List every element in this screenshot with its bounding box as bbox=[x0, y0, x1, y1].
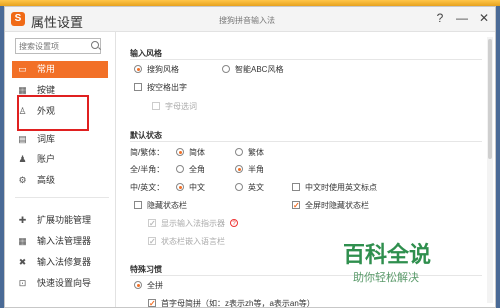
book-icon: ▤ bbox=[18, 134, 27, 144]
sogou-logo-icon: S bbox=[11, 12, 25, 26]
simplified-traditional-label: 简/繁体： bbox=[130, 148, 165, 157]
watermark-title: 百科全说 bbox=[343, 242, 432, 267]
half-width-radio[interactable] bbox=[235, 165, 243, 173]
english-punct-label: 中文时使用英文标点 bbox=[305, 183, 377, 192]
close-button[interactable]: ✕ bbox=[477, 11, 491, 25]
letter-select-checkbox[interactable] bbox=[152, 102, 160, 110]
hide-statusbar-label: 隐藏状态栏 bbox=[147, 201, 187, 210]
fullscreen-hide-checkbox[interactable]: ✓ bbox=[292, 201, 300, 210]
settings-search-input[interactable] bbox=[15, 38, 101, 54]
sidebar-item-dictionary[interactable]: ▤ 词库 bbox=[12, 131, 108, 148]
chinese-radio[interactable] bbox=[176, 183, 184, 191]
abc-style-label: 智能ABC风格 bbox=[235, 65, 284, 74]
hide-statusbar-checkbox[interactable] bbox=[134, 201, 142, 209]
sogou-style-label: 搜狗风格 bbox=[147, 65, 179, 74]
simplified-radio[interactable] bbox=[176, 148, 184, 156]
abc-style-radio[interactable] bbox=[222, 65, 230, 73]
sidebar-item-label: 高级 bbox=[37, 175, 56, 185]
sidebar-item-ime-repair[interactable]: ✖ 输入法修复器 bbox=[12, 254, 108, 271]
english-label: 英文 bbox=[248, 183, 264, 192]
full-half-width-label: 全/半角： bbox=[130, 165, 165, 174]
scrollbar-thumb[interactable] bbox=[488, 39, 492, 159]
embed-langbar-checkbox[interactable]: ✓ bbox=[148, 237, 156, 246]
sidebar-item-account[interactable]: ♟ 账户 bbox=[12, 151, 108, 168]
show-indicator-label: 显示输入法指示器 bbox=[161, 219, 225, 228]
fullscreen-hide-label: 全屏时隐藏状态栏 bbox=[305, 201, 369, 210]
puzzle-icon: ✚ bbox=[18, 215, 27, 225]
full-width-radio[interactable] bbox=[176, 165, 184, 173]
english-punct-checkbox[interactable] bbox=[292, 183, 300, 191]
watermark-logo: 百科全说 助你轻松解决 bbox=[343, 237, 473, 289]
initial-abbrev-checkbox[interactable]: ✓ bbox=[148, 299, 156, 307]
window-subtitle: 搜狗拼音输入法 bbox=[219, 16, 275, 25]
title-bar: S 属性设置 搜狗拼音输入法 ? — ✕ bbox=[5, 7, 495, 32]
sogou-style-radio[interactable] bbox=[134, 65, 142, 73]
sidebar-divider bbox=[15, 197, 109, 198]
minimize-button[interactable]: — bbox=[455, 11, 469, 25]
space-commit-label: 按空格出字 bbox=[147, 83, 187, 92]
initial-abbrev-label: 首字母简拼（如：z表示zh等，a表示an等） bbox=[161, 299, 315, 308]
watermark-slogan: 助你轻松解决 bbox=[353, 272, 419, 284]
sidebar-item-label: 输入法管理器 bbox=[37, 236, 92, 246]
section-divider bbox=[130, 59, 482, 60]
section-title-special-habits: 特殊习惯 bbox=[130, 265, 162, 274]
sidebar-item-extensions[interactable]: ✚ 扩展功能管理 bbox=[12, 212, 108, 229]
full-width-label: 全角 bbox=[189, 165, 205, 174]
user-icon: ♟ bbox=[18, 154, 27, 164]
search-icon[interactable] bbox=[91, 41, 99, 49]
section-title-input-style: 输入风格 bbox=[130, 49, 162, 58]
half-width-label: 半角 bbox=[248, 165, 264, 174]
gear-icon: ⚙ bbox=[18, 175, 27, 185]
settings-window: S 属性设置 搜狗拼音输入法 ? — ✕ ▭ 常用 ▦ 按键 ♙ 外观 ▤ 词库… bbox=[4, 6, 496, 308]
sidebar-item-label: 账户 bbox=[37, 154, 56, 164]
wizard-icon: ⊡ bbox=[18, 278, 27, 288]
quanpin-radio[interactable] bbox=[134, 281, 142, 289]
sidebar-item-label: 常用 bbox=[37, 64, 56, 74]
window-title: 属性设置 bbox=[31, 15, 84, 30]
traditional-radio[interactable] bbox=[235, 148, 243, 156]
section-title-default-state: 默认状态 bbox=[130, 131, 162, 140]
sidebar-item-label: 输入法修复器 bbox=[37, 257, 92, 267]
show-indicator-checkbox[interactable]: ✓ bbox=[148, 219, 156, 228]
help-icon[interactable]: ? bbox=[230, 219, 238, 227]
sidebar-item-label: 扩展功能管理 bbox=[37, 215, 92, 225]
sidebar: ▭ 常用 ▦ 按键 ♙ 外观 ▤ 词库 ♟ 账户 ⚙ 高级 ✚ 扩展功能管理 bbox=[5, 32, 116, 307]
simplified-label: 简体 bbox=[189, 148, 205, 157]
tools-icon: ✖ bbox=[18, 257, 27, 267]
section-divider bbox=[130, 141, 482, 142]
chinese-label: 中文 bbox=[189, 183, 205, 192]
sidebar-item-label: 词库 bbox=[37, 134, 56, 144]
sidebar-item-label: 快速设置向导 bbox=[37, 278, 92, 288]
help-button[interactable]: ? bbox=[433, 11, 447, 25]
sidebar-item-common[interactable]: ▭ 常用 bbox=[12, 61, 108, 78]
keyboard-icon: ▦ bbox=[18, 85, 27, 95]
embed-langbar-label: 状态栏嵌入语言栏 bbox=[161, 237, 225, 246]
annotation-highlight-box bbox=[17, 95, 89, 131]
grid-icon: ▦ bbox=[18, 236, 27, 246]
sidebar-item-quick-setup[interactable]: ⊡ 快速设置向导 bbox=[12, 275, 108, 292]
traditional-label: 繁体 bbox=[248, 148, 264, 157]
letter-select-label: 字母选词 bbox=[165, 102, 197, 111]
chinese-english-label: 中/英文： bbox=[130, 183, 165, 192]
english-radio[interactable] bbox=[235, 183, 243, 191]
monitor-icon: ▭ bbox=[18, 64, 27, 74]
sidebar-item-advanced[interactable]: ⚙ 高级 bbox=[12, 172, 108, 189]
quanpin-label: 全拼 bbox=[147, 281, 163, 290]
space-commit-checkbox[interactable] bbox=[134, 83, 142, 91]
sidebar-item-ime-manager[interactable]: ▦ 输入法管理器 bbox=[12, 233, 108, 250]
scrollbar[interactable] bbox=[487, 37, 493, 303]
